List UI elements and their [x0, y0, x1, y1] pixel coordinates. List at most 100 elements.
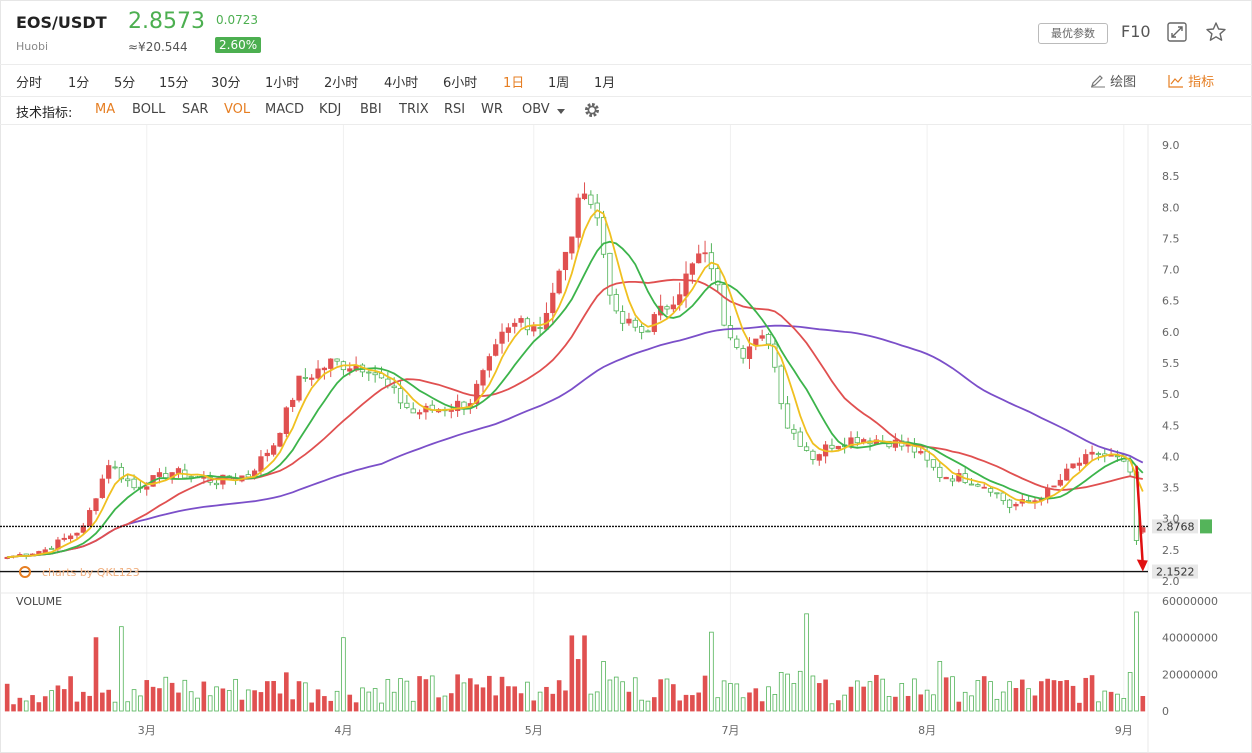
volume-bar [23, 700, 29, 712]
volume-bar [1045, 678, 1050, 712]
volume-bar [1058, 681, 1063, 712]
indicator-obv-dropdown[interactable]: OBV [522, 102, 550, 117]
indicator-bbi[interactable]: BBI [360, 102, 382, 117]
volume-bar [201, 681, 207, 712]
volume-bar [880, 678, 886, 712]
volume-bar [252, 690, 257, 712]
volume-bar [277, 693, 283, 712]
volume-bar [220, 688, 226, 712]
volume-bar [943, 677, 949, 712]
favorite-star-icon[interactable] [1205, 21, 1227, 43]
volume-bar [823, 679, 828, 712]
price-tick-label: 3.5 [1162, 482, 1180, 495]
volume-tick-label: 60000000 [1162, 595, 1218, 608]
volume-bar [575, 659, 581, 712]
timeframe-15min[interactable]: 15分 [159, 72, 189, 91]
volume-bar [309, 702, 315, 712]
indicator-boll[interactable]: BOLL [132, 102, 165, 117]
volume-bar [620, 681, 625, 712]
timeframe-1min[interactable]: 1分 [68, 72, 89, 91]
candlesticks [4, 182, 1146, 560]
volume-bar [455, 674, 460, 712]
price-tick-label: 2.0 [1162, 575, 1180, 588]
volume-bar [677, 700, 682, 712]
f10-button[interactable]: F10 [1121, 22, 1151, 41]
indicator-macd[interactable]: MACD [265, 102, 304, 117]
volume-bar [1121, 697, 1127, 712]
candle-body [1057, 479, 1063, 486]
volume-bar [195, 697, 200, 712]
volume-bar [423, 679, 429, 712]
timeframe-4hour[interactable]: 4小时 [384, 72, 418, 91]
volume-bar [1134, 611, 1139, 712]
indicator-wr[interactable]: WR [481, 102, 503, 117]
indicator-tool-button[interactable]: 指标 [1168, 71, 1214, 90]
volume-bar [404, 680, 410, 712]
optimal-params-button[interactable]: 最优参数 [1038, 23, 1108, 44]
chevron-down-icon[interactable] [557, 109, 565, 114]
volume-bar [1102, 690, 1108, 712]
volume-bar [480, 687, 486, 712]
gear-icon[interactable] [583, 101, 601, 119]
timeframe-30min[interactable]: 30分 [211, 72, 241, 91]
volume-bar [233, 678, 238, 712]
volume-bar [981, 676, 987, 712]
indicators-label: 技术指标: [16, 106, 73, 121]
candle-body [1064, 468, 1070, 481]
candle-body [175, 468, 182, 474]
draw-tool-button[interactable]: 绘图 [1090, 71, 1136, 90]
volume-bar [696, 692, 702, 712]
volume-bar [816, 683, 822, 712]
timeframe-6hour[interactable]: 6小时 [443, 72, 477, 91]
indicator-tool-label: 指标 [1188, 75, 1215, 90]
volume-bar [747, 692, 752, 712]
price-tick-label: 9.0 [1162, 139, 1180, 152]
volume-bar [398, 678, 403, 712]
volume-bar [119, 626, 124, 712]
volume-tick-label: 40000000 [1162, 632, 1218, 645]
indicator-vol[interactable]: VOL [224, 102, 250, 117]
candle-body [708, 252, 715, 270]
candle-body [746, 346, 753, 359]
indicator-ma[interactable]: MA [95, 102, 115, 117]
kline-chart[interactable]: 2.87682.1522 9.0 8.5 8.0 7.5 7.0 6.5 6.0 5.5 5.0… [0, 125, 1252, 753]
volume-bar [969, 695, 974, 712]
fullscreen-icon[interactable] [1167, 22, 1187, 42]
volume-bar [81, 691, 86, 712]
volume-bar [671, 684, 676, 712]
candle-body [512, 322, 518, 327]
volume-bar [487, 675, 492, 712]
indicator-trix[interactable]: TRIX [399, 102, 429, 117]
candle-body [981, 486, 987, 489]
volume-bar [157, 688, 162, 712]
volume-bar [468, 678, 473, 712]
timeframe-1day[interactable]: 1日 [503, 72, 524, 91]
timeframe-2hour[interactable]: 2小时 [324, 72, 358, 91]
timeframe-1month[interactable]: 1月 [594, 72, 615, 91]
candle-body [391, 385, 397, 389]
timeframe-1week[interactable]: 1周 [548, 72, 569, 91]
timeframe-intraday[interactable]: 分时 [16, 72, 42, 91]
indicator-rsi[interactable]: RSI [444, 102, 465, 117]
volume-bar [112, 701, 118, 712]
indicator-sar[interactable]: SAR [182, 102, 208, 117]
candle-body [144, 486, 150, 490]
volume-bar [867, 681, 873, 712]
candle-body [556, 270, 562, 294]
candle-body [645, 330, 651, 333]
indicator-kdj[interactable]: KDJ [319, 102, 341, 117]
candle-body [664, 306, 670, 310]
timeframe-5min[interactable]: 5分 [114, 72, 135, 91]
volume-bar [138, 695, 143, 712]
timeframe-1hour[interactable]: 1小时 [265, 72, 299, 91]
volume-bar [207, 695, 213, 712]
chart-grid [0, 125, 1252, 753]
candle-body [619, 311, 626, 324]
line-chart-icon [1168, 75, 1183, 88]
candle-body [968, 483, 975, 486]
volume-bar [61, 689, 67, 712]
volume-bar [372, 688, 378, 712]
volume-bar [417, 676, 422, 712]
volume-bar [525, 681, 530, 712]
volume-bar [753, 688, 759, 712]
